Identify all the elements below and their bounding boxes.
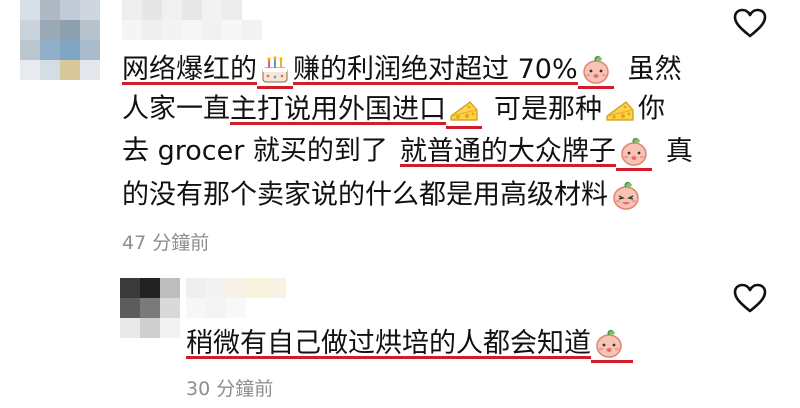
heart-outline-icon — [733, 283, 767, 313]
comment-timestamp: 47 分鐘前 — [122, 232, 210, 254]
comment-text-segment: 的没有那个卖家说的什么都是用高级材料 — [122, 179, 608, 211]
peach-face-emoji — [618, 136, 650, 168]
comment-text-segment: 你 — [638, 93, 665, 125]
cheese-emoji — [448, 94, 480, 126]
comment-item: 稍微有自己做过烘培的人都会知道 30 分鐘前 — [0, 262, 800, 408]
heart-outline-icon — [733, 8, 767, 38]
comment-line: 的没有那个卖家说的什么都是用高级材料 — [122, 176, 644, 214]
cake-emoji — [259, 54, 291, 86]
highlighted-text: 稍微有自己做过烘培的人都会知道 — [186, 327, 591, 359]
comment-line: 去 grocer 就买的到了 就普通的大众牌子 真 — [122, 132, 693, 170]
username[interactable] — [186, 278, 286, 318]
comment-text-segment: 人家一直 — [122, 93, 230, 125]
like-button[interactable] — [733, 8, 767, 38]
comment-line: 人家一直主打说用外国进口 可是那种 你 — [122, 90, 665, 128]
highlighted-text: 就普通的大众牌子 — [399, 135, 616, 167]
avatar[interactable] — [120, 278, 180, 338]
username[interactable] — [122, 0, 282, 40]
comment-line: 网络爆红的 赚的利润绝对超过 70% 虽然 — [122, 50, 682, 88]
comment-text-segment: 真 — [665, 135, 693, 167]
like-button[interactable] — [733, 283, 767, 313]
peach-face-emoji — [593, 328, 625, 360]
avatar[interactable] — [20, 0, 100, 80]
comment-text-segment: 虽然 — [627, 53, 682, 85]
comment-item: 网络爆红的 赚的利润绝对超过 70% 虽然 人家一直主打说用外国进口 可是那种 … — [0, 0, 800, 262]
highlighted-text: 主打说用外国进口 — [230, 93, 446, 125]
peach-face-emoji — [580, 54, 612, 86]
comment-text-segment: 可是那种 — [494, 93, 602, 125]
peach-laugh-emoji — [610, 180, 642, 212]
comment-timestamp: 30 分鐘前 — [186, 378, 274, 400]
comment-line: 稍微有自己做过烘培的人都会知道 — [186, 324, 633, 362]
comment-text-segment: 去 grocer 就买的到了 — [122, 135, 388, 167]
cheese-emoji — [604, 94, 636, 126]
highlighted-text: 网络爆红的 — [122, 53, 257, 85]
highlighted-text: 赚的利润绝对超过 70% — [293, 53, 578, 85]
